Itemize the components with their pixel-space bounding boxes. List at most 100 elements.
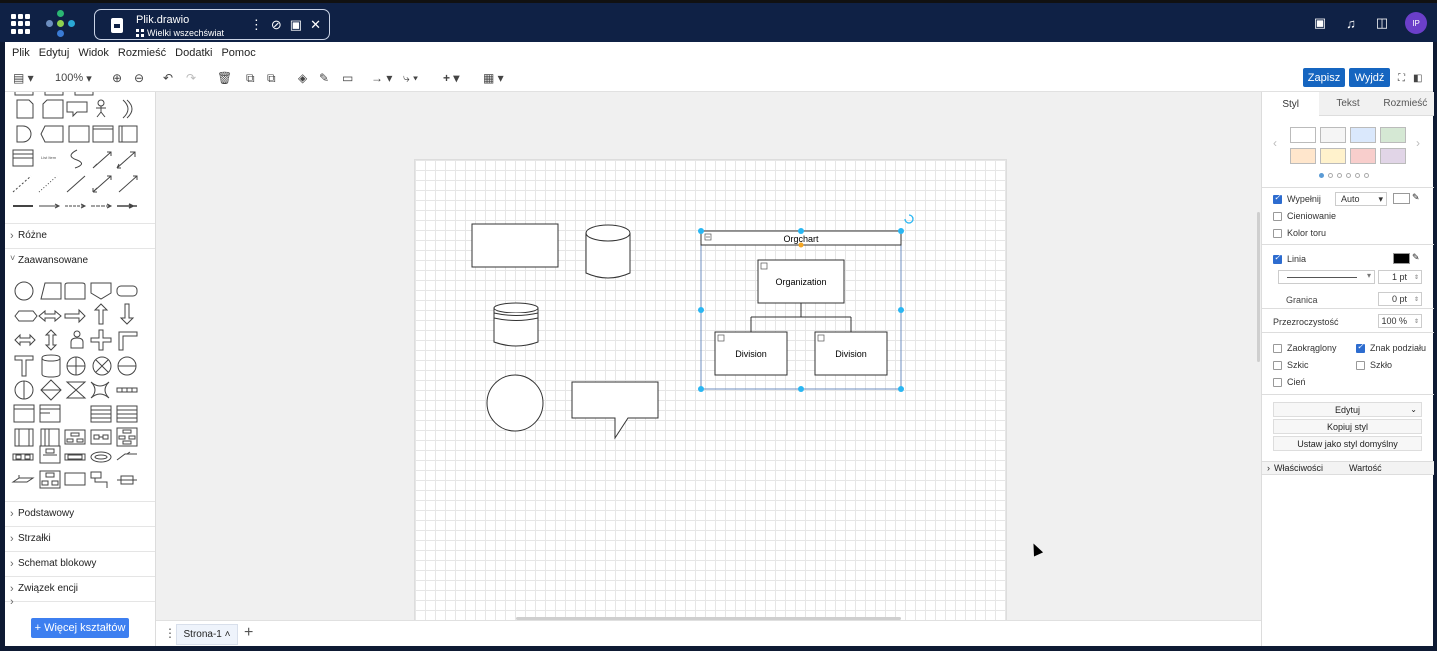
rectangle-shape[interactable] — [471, 223, 559, 268]
swatch-pagination[interactable] — [1319, 173, 1369, 178]
shapes-sidebar: List Item Różne Zaawansowane — [5, 92, 156, 646]
view-panels-icon[interactable]: ▤ ▾ — [13, 71, 34, 85]
menu-extras[interactable]: Dodatki — [175, 47, 212, 59]
style-swatch[interactable] — [1350, 148, 1376, 164]
tab-arrange[interactable]: Rozmieść — [1376, 92, 1434, 116]
fill-color-swatch[interactable] — [1393, 193, 1410, 204]
prev-swatches-icon[interactable]: ‹ — [1273, 136, 1277, 150]
rotate-handle-icon[interactable] — [904, 214, 914, 224]
file-location: Wielki wszechświat — [136, 28, 224, 38]
opacity-field[interactable]: 100 % ⇕ — [1378, 314, 1422, 328]
section-er[interactable]: Związek encji — [5, 576, 155, 600]
section-basic[interactable]: Podstawowy — [5, 501, 155, 525]
glass-checkbox[interactable]: Szkło — [1356, 360, 1392, 370]
zoom-out-icon[interactable]: ⊖ — [134, 71, 144, 85]
edit-style-button[interactable]: Edytuj ⌄ — [1273, 402, 1422, 417]
properties-label: Właściwości — [1274, 463, 1324, 473]
style-swatch[interactable] — [1320, 127, 1346, 143]
fill-color-icon[interactable]: ◈ — [298, 71, 307, 85]
shadow-checkbox[interactable]: Cień — [1273, 377, 1306, 387]
orgchart-container[interactable]: Orgchart Organization Division Division — [700, 230, 902, 390]
menu-file[interactable]: Plik — [12, 47, 30, 59]
tab-style[interactable]: Styl — [1262, 92, 1320, 116]
org-child-node[interactable]: Division — [835, 349, 867, 359]
shadow-icon[interactable]: ▭ — [342, 71, 353, 85]
user-avatar[interactable]: IP — [1405, 12, 1427, 34]
line-pattern-select[interactable]: ▾ — [1278, 270, 1375, 284]
style-swatch[interactable] — [1290, 127, 1316, 143]
fullscreen-icon[interactable]: ⛶ — [1398, 71, 1405, 85]
file-tab[interactable]: Plik.drawio Wielki wszechświat ⋮ ⊘ ▣ ✕ — [94, 9, 330, 40]
diagram-shapes[interactable]: Orgchart Organization Division Division — [156, 92, 1261, 620]
line-color-swatch[interactable] — [1393, 253, 1410, 264]
fill-checkbox[interactable]: Wypełnij — [1273, 193, 1321, 204]
to-back-icon[interactable]: ⧉ — [267, 71, 276, 85]
fill-type-select[interactable]: Auto ▾ — [1335, 192, 1387, 206]
sidebar-toggle-icon[interactable]: ◫ — [1374, 15, 1390, 31]
pages-menu-icon[interactable]: ⋮ — [164, 626, 176, 640]
connection-style-icon[interactable]: → ▾ — [371, 71, 392, 85]
more-shapes-button[interactable]: + Więcej kształtów — [31, 618, 129, 638]
add-page-icon[interactable]: + — [244, 624, 253, 642]
menu-arrange[interactable]: Rozmieść — [118, 47, 166, 59]
next-swatches-icon[interactable]: › — [1416, 136, 1420, 150]
fill-edit-icon[interactable]: ✎ — [1412, 192, 1420, 203]
section-advanced[interactable]: Zaawansowane — [5, 248, 155, 272]
menu-help[interactable]: Pomoc — [221, 47, 255, 59]
table-icon[interactable]: ▦ ▾ — [483, 71, 504, 85]
save-button[interactable]: Zapisz — [1303, 68, 1345, 87]
set-default-style-button[interactable]: Ustaw jako styl domyślny — [1273, 436, 1422, 451]
vertical-scrollbar[interactable] — [1257, 212, 1260, 362]
sync-off-icon[interactable]: ⊘ — [271, 17, 282, 33]
undo-icon[interactable]: ↶ — [163, 71, 173, 85]
line-checkbox[interactable]: Linia — [1273, 253, 1306, 264]
style-swatch[interactable] — [1320, 148, 1346, 164]
gradient-checkbox[interactable]: Cieniowanie — [1273, 211, 1336, 221]
menu-view[interactable]: Widok — [78, 47, 109, 59]
section-flowchart[interactable]: Schemat blokowy — [5, 551, 155, 575]
style-swatch[interactable] — [1380, 127, 1406, 143]
save-disk-icon[interactable]: ▣ — [290, 17, 302, 33]
org-child-node[interactable]: Division — [735, 349, 767, 359]
feedback-icon[interactable]: ▣ — [1312, 15, 1328, 31]
circle-shape[interactable] — [486, 374, 544, 432]
border-width-field[interactable]: 0 pt ⇕ — [1378, 292, 1422, 306]
page-tab[interactable]: Strona-1 ˄ — [176, 624, 238, 645]
diagram-canvas[interactable]: Orgchart Organization Division Division — [156, 92, 1261, 620]
notifications-bell-icon[interactable]: ♫ — [1343, 15, 1359, 31]
more-options-icon[interactable]: ⋮ — [250, 17, 263, 33]
line-edit-icon[interactable]: ✎ — [1412, 252, 1420, 263]
zoom-select[interactable]: 100% ▾ — [55, 71, 92, 85]
general-shapes[interactable] — [5, 92, 155, 222]
delete-icon[interactable]: 🗑 — [217, 71, 232, 85]
sketch-checkbox[interactable]: Szkic — [1273, 360, 1309, 370]
redo-icon[interactable]: ↷ — [186, 71, 196, 85]
app-header: Plik.drawio Wielki wszechświat ⋮ ⊘ ▣ ✕ ▣… — [0, 0, 1437, 42]
close-icon[interactable]: ✕ — [310, 17, 321, 33]
route-color-checkbox[interactable]: Kolor toru — [1273, 228, 1326, 238]
style-swatch[interactable] — [1350, 127, 1376, 143]
callout-shape[interactable] — [571, 381, 659, 440]
advanced-shapes[interactable] — [5, 272, 155, 502]
rounded-checkbox[interactable]: Zaokrąglony — [1273, 343, 1337, 353]
line-color-icon[interactable]: ✎ — [319, 71, 329, 85]
org-root-node[interactable]: Organization — [775, 277, 826, 287]
to-front-icon[interactable]: ⧉ — [246, 71, 255, 85]
divider-checkbox[interactable]: Znak podziału — [1356, 342, 1426, 353]
zoom-in-icon[interactable]: ⊕ — [112, 71, 122, 85]
format-panel-toggle-icon[interactable]: ◧ — [1413, 71, 1422, 85]
section-arrows[interactable]: Strzałki — [5, 526, 155, 550]
tab-text[interactable]: Tekst — [1319, 92, 1377, 116]
section-misc[interactable]: Różne — [5, 223, 155, 247]
toolbar: ▤ ▾ 100% ▾ ⊕ ⊖ ↶ ↷ 🗑 ⧉ ⧉ ◈ ✎ ▭ → ▾ ⤷ ▾ +… — [5, 64, 1433, 92]
apps-grid-icon[interactable] — [11, 14, 31, 34]
style-swatch[interactable] — [1380, 148, 1406, 164]
insert-icon[interactable]: + ▾ — [443, 71, 459, 85]
style-swatch[interactable] — [1290, 148, 1316, 164]
copy-style-button[interactable]: Kopiuj styl — [1273, 419, 1422, 434]
properties-header[interactable]: › Właściwości Wartość — [1262, 461, 1434, 475]
exit-button[interactable]: Wyjdź — [1349, 68, 1390, 87]
waypoints-icon[interactable]: ⤷ ▾ — [403, 71, 418, 85]
menu-edit[interactable]: Edytuj — [39, 47, 70, 59]
line-width-field[interactable]: 1 pt ⇕ — [1378, 270, 1422, 284]
